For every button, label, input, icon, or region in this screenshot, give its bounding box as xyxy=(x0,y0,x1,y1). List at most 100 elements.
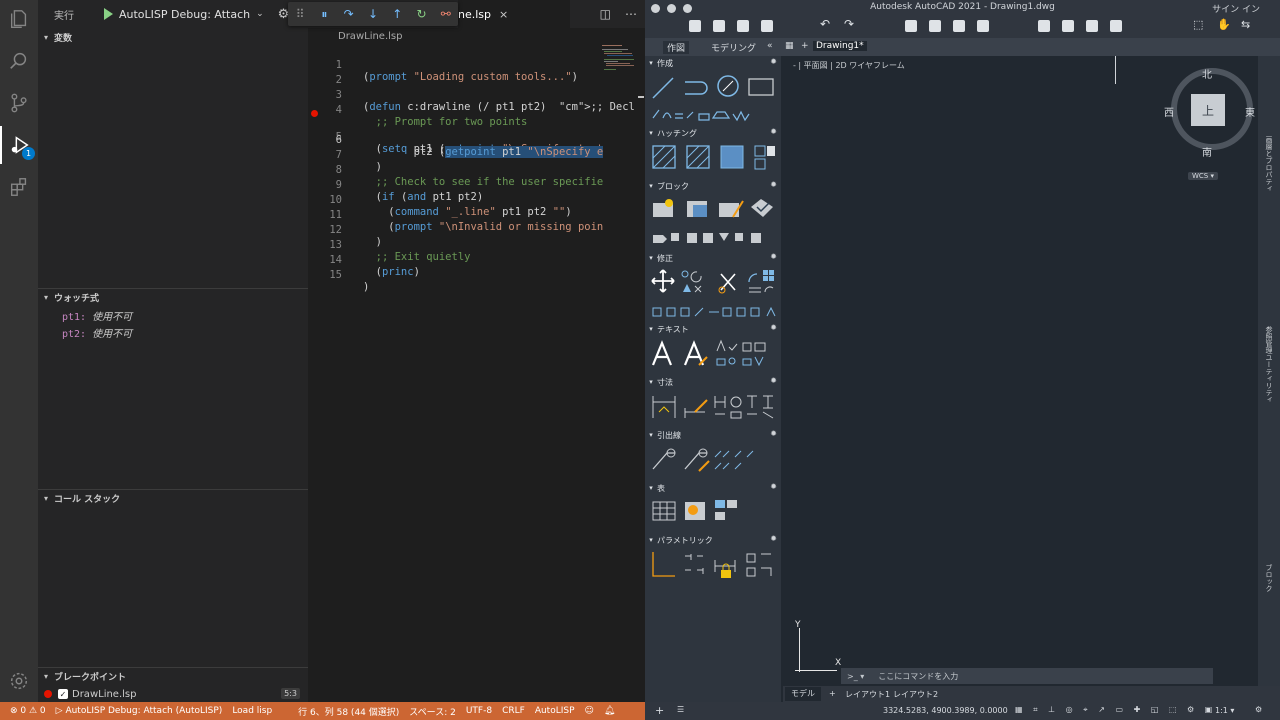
gear-icon[interactable]: ✹ xyxy=(770,429,777,438)
command-prompt-icon[interactable]: >_ ▾ xyxy=(847,672,864,681)
callstack-section-header[interactable]: ▾ コール スタック xyxy=(38,489,308,507)
block-tools-icons[interactable] xyxy=(651,197,777,247)
text-tools-icons[interactable] xyxy=(651,339,777,369)
minimap[interactable] xyxy=(602,44,636,84)
more-actions-icon[interactable]: ⋯ xyxy=(625,7,637,21)
grid-view-icon[interactable]: ▦ xyxy=(785,41,794,51)
hatch-tools-icons[interactable] xyxy=(651,144,777,172)
gear-icon[interactable]: ✹ xyxy=(770,127,777,136)
language-status[interactable]: AutoLISP xyxy=(535,706,575,716)
run-debug-icon[interactable]: 1 xyxy=(0,126,38,164)
blocks-tab[interactable]: ブロック xyxy=(1264,564,1274,592)
orbit-icon[interactable]: ⇆ xyxy=(1241,18,1253,31)
annotation-scale[interactable]: 1:1 ▾ xyxy=(1215,706,1234,715)
drawing-viewport[interactable]: - | 平面図 | 2D ワイヤフレーム 上 北 南 東 西 WCS ▾ Y X xyxy=(783,56,1258,686)
import-icon[interactable] xyxy=(1038,20,1050,32)
split-editor-icon[interactable]: ◫ xyxy=(600,7,611,21)
tab-drawline-lsp[interactable]: ne.lsp × xyxy=(458,0,570,28)
chevron-down-icon[interactable]: ⌄ xyxy=(256,9,264,19)
viewcube-west[interactable]: 西 xyxy=(1164,104,1174,119)
redo-icon[interactable]: ↷ xyxy=(844,17,856,31)
watch-item[interactable]: pt2: 使用不可 xyxy=(62,325,132,340)
code-editor[interactable]: 1 (prompt "Loading custom tools...") 2 3… xyxy=(308,44,645,702)
disconnect-icon[interactable]: ⚯ xyxy=(434,7,458,21)
draw-tools-icons[interactable] xyxy=(651,74,777,124)
step-into-icon[interactable]: ↓ xyxy=(361,7,385,21)
step-out-icon[interactable]: ↑ xyxy=(385,7,409,21)
tab-layout2[interactable]: レイアウト2 xyxy=(893,689,938,700)
save-as-icon[interactable] xyxy=(761,20,773,32)
viewcube-top-face[interactable]: 上 xyxy=(1191,94,1225,126)
wcs-menu[interactable]: WCS ▾ xyxy=(1188,172,1218,180)
tab-layout1[interactable]: レイアウト1 xyxy=(845,689,890,700)
export-icon[interactable] xyxy=(1062,20,1074,32)
command-line[interactable]: >_ ▾ ここにコマンドを入力 xyxy=(841,668,1213,684)
viewcube-south[interactable]: 南 xyxy=(1202,144,1212,159)
modify-tools-icons[interactable] xyxy=(651,268,777,318)
viewcube-north[interactable]: 北 xyxy=(1202,66,1212,81)
debug-config-status[interactable]: ▷ AutoLISP Debug: Attach (AutoLISP) xyxy=(56,706,223,716)
attach-icon[interactable] xyxy=(1086,20,1098,32)
palette-section-text[interactable]: ▾ テキスト ✹ xyxy=(645,323,781,335)
undo-icon[interactable]: ↶ xyxy=(820,17,832,31)
hamburger-icon[interactable]: ☰ xyxy=(677,705,684,714)
extensions-icon[interactable] xyxy=(0,168,38,206)
gear-icon[interactable]: ✹ xyxy=(770,57,777,66)
breakpoint-checkbox[interactable]: ✓ xyxy=(58,689,68,699)
gear-icon[interactable]: ✹ xyxy=(770,376,777,385)
leader-tools-icons[interactable] xyxy=(651,445,777,473)
pan-icon[interactable]: ✋ xyxy=(1217,18,1231,31)
cursor-position-status[interactable]: 行 6、列 58 (44 個選択) xyxy=(298,705,399,718)
gear-icon[interactable]: ✹ xyxy=(770,482,777,491)
viewport-controls[interactable]: - | 平面図 | 2D ワイヤフレーム xyxy=(793,60,905,71)
variables-section-header[interactable]: ▾ 変数 xyxy=(38,28,308,46)
viewcube-east[interactable]: 東 xyxy=(1245,104,1255,119)
share-icon[interactable] xyxy=(977,20,989,32)
parametric-tools-icons[interactable] xyxy=(651,550,777,580)
scroll-indicator[interactable] xyxy=(638,96,644,98)
start-debugging-icon[interactable] xyxy=(104,8,113,20)
palette-section-hatch[interactable]: ▾ ハッチング ✹ xyxy=(645,127,781,139)
tab-modeling[interactable]: モデリング xyxy=(711,41,756,54)
layer-properties-tab[interactable]: 画層とプロパティ xyxy=(1264,136,1274,192)
source-control-icon[interactable] xyxy=(0,84,38,122)
drag-handle-icon[interactable]: ⠿ xyxy=(288,7,312,21)
palette-section-leader[interactable]: ▾ 引出線 ✹ xyxy=(645,429,781,441)
tab-drawing1[interactable]: Drawing1* xyxy=(813,41,867,51)
notifications-icon[interactable]: 🔔︎ xyxy=(604,706,615,716)
problems-status[interactable]: ⊗ 0 ⚠ 0 xyxy=(10,706,46,716)
tab-draw[interactable]: 作図 xyxy=(663,41,690,54)
watch-item[interactable]: pt1: 使用不可 xyxy=(62,308,132,323)
plot-preview-icon[interactable] xyxy=(929,20,941,32)
add-icon[interactable]: + xyxy=(655,704,664,717)
sign-in-button[interactable]: サイン イン xyxy=(1212,2,1260,15)
save-icon[interactable] xyxy=(737,20,749,32)
palette-section-modify[interactable]: ▾ 修正 ✹ xyxy=(645,252,781,264)
search-icon[interactable] xyxy=(0,42,38,80)
collapse-palette-icon[interactable]: « xyxy=(767,41,773,51)
tab-model[interactable]: モデル xyxy=(785,687,821,701)
indentation-status[interactable]: スペース: 2 xyxy=(409,705,456,718)
layer-icon[interactable] xyxy=(1110,20,1122,32)
table-tools-icons[interactable] xyxy=(651,498,777,526)
publish-icon[interactable] xyxy=(953,20,965,32)
explorer-icon[interactable] xyxy=(0,0,38,38)
gear-icon[interactable]: ✹ xyxy=(770,534,777,543)
breakpoint-item[interactable]: ✓ DrawLine.lsp 5:3 xyxy=(38,686,308,702)
breakpoints-section-header[interactable]: ▾ ブレークポイント xyxy=(38,667,308,685)
palette-section-draw[interactable]: ▾ 作成 ✹ xyxy=(645,57,781,69)
palette-section-dimension[interactable]: ▾ 寸法 ✹ xyxy=(645,376,781,388)
command-input[interactable]: ここにコマンドを入力 xyxy=(878,671,958,682)
debug-config-select[interactable]: AutoLISP Debug: Attach xyxy=(119,8,250,21)
close-icon[interactable]: × xyxy=(499,8,508,21)
restart-icon[interactable]: ↻ xyxy=(409,7,433,21)
customize-icon[interactable]: ⚙ xyxy=(1255,705,1262,714)
gear-icon[interactable]: ✹ xyxy=(770,323,777,332)
step-over-icon[interactable]: ↷ xyxy=(337,7,361,21)
drafting-toggles-icons[interactable]: ▦ ⌗ ⊥ ◎ ⌖ ↗ ▭ ✚ ◱ ⬚ ⚙ ▣ xyxy=(1015,705,1216,715)
add-layout-icon[interactable]: + xyxy=(829,689,836,698)
plot-icon[interactable] xyxy=(905,20,917,32)
watch-section-header[interactable]: ▾ ウォッチ式 xyxy=(38,288,308,306)
palette-section-block[interactable]: ▾ ブロック ✹ xyxy=(645,180,781,192)
eol-status[interactable]: CRLF xyxy=(502,706,525,716)
